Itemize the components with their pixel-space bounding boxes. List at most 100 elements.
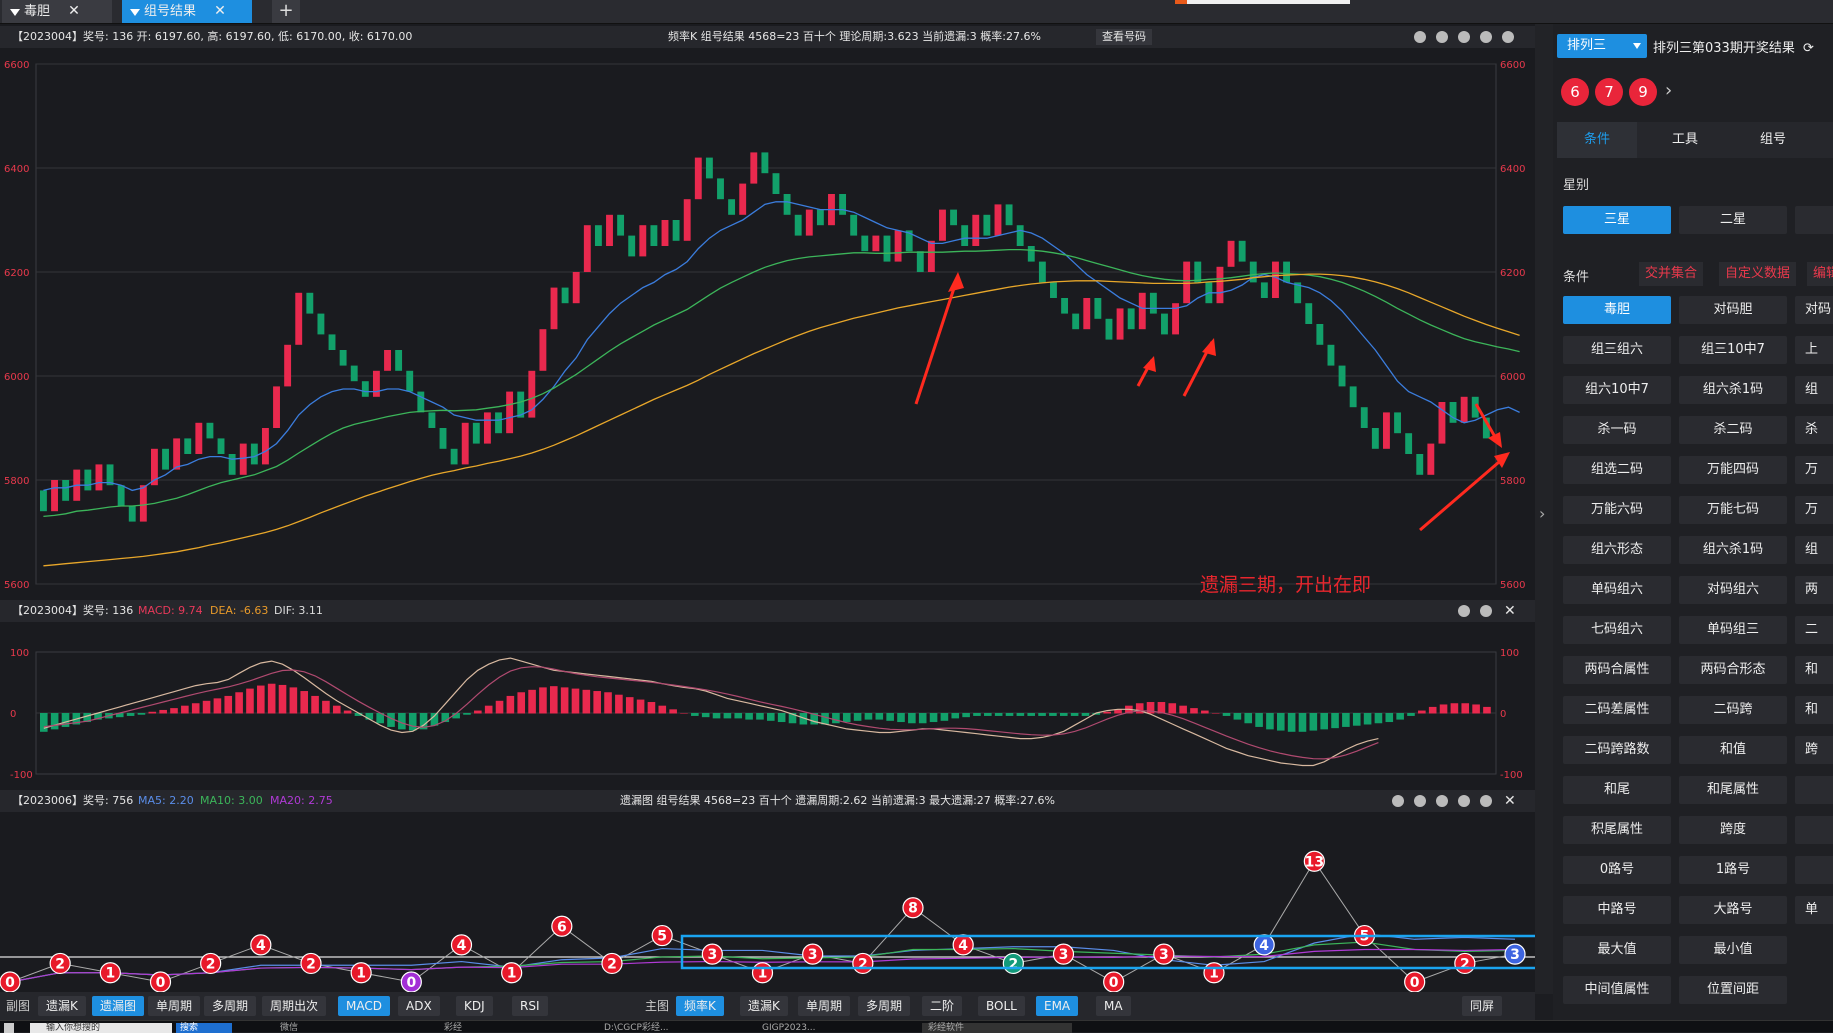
edit-link[interactable]: 编辑 — [1807, 262, 1833, 286]
condition-button[interactable]: 万能七码 — [1679, 496, 1787, 524]
condition-button[interactable]: 万能四码 — [1679, 456, 1787, 484]
single-period-button[interactable]: 单周期 — [798, 996, 851, 1016]
ema-button[interactable]: EMA — [1036, 996, 1079, 1016]
refresh-icon[interactable] — [1414, 795, 1426, 807]
second-order-button[interactable]: 二阶 — [922, 996, 963, 1016]
tab-group-result[interactable]: 组号结果 ✕ — [122, 0, 252, 23]
kdj-button[interactable]: KDJ — [456, 996, 493, 1016]
condition-button[interactable]: 最大值 — [1563, 936, 1671, 964]
omit-k-button[interactable]: 遗漏K — [740, 996, 788, 1016]
adx-button[interactable]: ADX — [398, 996, 440, 1016]
settings-icon[interactable] — [1480, 605, 1492, 617]
condition-button-cut[interactable]: 单 — [1795, 896, 1833, 924]
ma-button[interactable]: MA — [1096, 996, 1131, 1016]
close-icon[interactable]: ✕ — [214, 0, 226, 23]
condition-button[interactable]: 组六杀1码 — [1679, 536, 1787, 564]
close-icon[interactable]: ✕ — [1504, 790, 1516, 812]
intersect-union-link[interactable]: 交并集合 — [1639, 262, 1704, 286]
condition-button[interactable]: 和值 — [1679, 736, 1787, 764]
settings-icon[interactable] — [1480, 795, 1492, 807]
condition-button-cut[interactable]: 杀 — [1795, 416, 1833, 444]
condition-button[interactable]: 杀一码 — [1563, 416, 1671, 444]
custom-data-link[interactable]: 自定义数据 — [1719, 262, 1797, 286]
condition-button[interactable]: 两码合属性 — [1563, 656, 1671, 684]
condition-button[interactable]: 杀二码 — [1679, 416, 1787, 444]
condition-button[interactable]: 跨度 — [1679, 816, 1787, 844]
condition-button[interactable]: 0路号 — [1563, 856, 1671, 884]
star-two-button[interactable]: 二星 — [1679, 206, 1787, 234]
condition-button[interactable]: 单码组三 — [1679, 616, 1787, 644]
condition-button[interactable]: 二码跨路数 — [1563, 736, 1671, 764]
condition-button-cut[interactable]: 跨 — [1795, 736, 1833, 764]
condition-button-cut[interactable]: 对码 — [1795, 296, 1833, 324]
condition-button[interactable]: 组六杀1码 — [1679, 376, 1787, 404]
refresh-icon[interactable] — [1436, 31, 1448, 43]
macd-button[interactable]: MACD — [338, 996, 390, 1016]
multi-period-button[interactable]: 多周期 — [858, 996, 911, 1016]
condition-button[interactable]: 毒胆 — [1563, 296, 1671, 324]
add-tab-button[interactable]: + — [272, 0, 300, 23]
down-icon[interactable] — [1480, 31, 1492, 43]
pin-icon[interactable] — [1458, 605, 1470, 617]
condition-button[interactable]: 二码跨 — [1679, 696, 1787, 724]
condition-button[interactable]: 组三10中7 — [1679, 336, 1787, 364]
panel-collapse-handle[interactable]: › — [1535, 24, 1553, 994]
star-extra-button[interactable] — [1795, 206, 1833, 234]
tab-tools[interactable]: 工具 — [1645, 122, 1725, 158]
condition-button-cut[interactable]: 组 — [1795, 376, 1833, 404]
close-icon[interactable]: ✕ — [68, 0, 80, 23]
sub-multi-period-button[interactable]: 多周期 — [204, 996, 257, 1016]
chevron-right-icon[interactable]: › — [1539, 504, 1545, 523]
boll-button[interactable]: BOLL — [978, 996, 1025, 1016]
rsi-button[interactable]: RSI — [512, 996, 548, 1016]
condition-button[interactable]: 单码组六 — [1563, 576, 1671, 604]
condition-button[interactable]: 大路号 — [1679, 896, 1787, 924]
condition-button[interactable]: 七码组六 — [1563, 616, 1671, 644]
condition-button-cut[interactable]: 和 — [1795, 696, 1833, 724]
condition-button-cut[interactable]: 二 — [1795, 616, 1833, 644]
lottery-type-dropdown[interactable]: 排列三 — [1557, 34, 1647, 58]
sub-single-period-button[interactable]: 单周期 — [148, 996, 201, 1016]
condition-button-cut[interactable]: 上 — [1795, 336, 1833, 364]
condition-button[interactable]: 中路号 — [1563, 896, 1671, 924]
up-icon[interactable] — [1436, 795, 1448, 807]
condition-button[interactable]: 对码组六 — [1679, 576, 1787, 604]
condition-button[interactable]: 最小值 — [1679, 936, 1787, 964]
condition-button[interactable]: 组选二码 — [1563, 456, 1671, 484]
condition-button[interactable]: 对码胆 — [1679, 296, 1787, 324]
sub-omit-chart-button[interactable]: 遗漏图 — [92, 996, 145, 1016]
condition-button[interactable]: 组三组六 — [1563, 336, 1671, 364]
condition-button-cut[interactable] — [1795, 856, 1833, 884]
condition-button[interactable]: 积尾属性 — [1563, 816, 1671, 844]
condition-button-cut[interactable]: 万 — [1795, 456, 1833, 484]
star-three-button[interactable]: 三星 — [1563, 206, 1671, 234]
condition-button[interactable]: 位置间距 — [1679, 976, 1787, 1004]
refresh-icon[interactable]: ⟳ — [1803, 41, 1814, 56]
condition-button-cut[interactable] — [1795, 816, 1833, 844]
condition-button[interactable]: 组六形态 — [1563, 536, 1671, 564]
condition-button-cut[interactable] — [1795, 776, 1833, 804]
edit-icon[interactable] — [1414, 31, 1426, 43]
close-icon[interactable]: ✕ — [1504, 600, 1516, 622]
condition-button[interactable]: 两码合形态 — [1679, 656, 1787, 684]
condition-button[interactable]: 和尾 — [1563, 776, 1671, 804]
condition-button[interactable]: 1路号 — [1679, 856, 1787, 884]
condition-button-cut[interactable]: 两 — [1795, 576, 1833, 604]
view-numbers-button[interactable]: 查看号码 — [1096, 29, 1152, 45]
sync-screen-button[interactable]: 同屏 — [1462, 996, 1503, 1016]
condition-button-cut[interactable]: 和 — [1795, 656, 1833, 684]
condition-button-cut[interactable]: 组 — [1795, 536, 1833, 564]
chevron-right-icon[interactable]: › — [1665, 80, 1672, 101]
condition-button[interactable]: 中间值属性 — [1563, 976, 1671, 1004]
settings-icon[interactable] — [1502, 31, 1514, 43]
condition-button[interactable]: 万能六码 — [1563, 496, 1671, 524]
pin-icon[interactable] — [1392, 795, 1404, 807]
tab-groups[interactable]: 组号 — [1733, 122, 1813, 158]
up-icon[interactable] — [1458, 31, 1470, 43]
down-icon[interactable] — [1458, 795, 1470, 807]
tab-duda[interactable]: 毒胆 ✕ — [2, 0, 112, 23]
sub-period-count-button[interactable]: 周期出次 — [262, 996, 327, 1016]
condition-button[interactable]: 二码差属性 — [1563, 696, 1671, 724]
condition-button-cut[interactable]: 万 — [1795, 496, 1833, 524]
tab-conditions[interactable]: 条件 — [1557, 122, 1637, 158]
